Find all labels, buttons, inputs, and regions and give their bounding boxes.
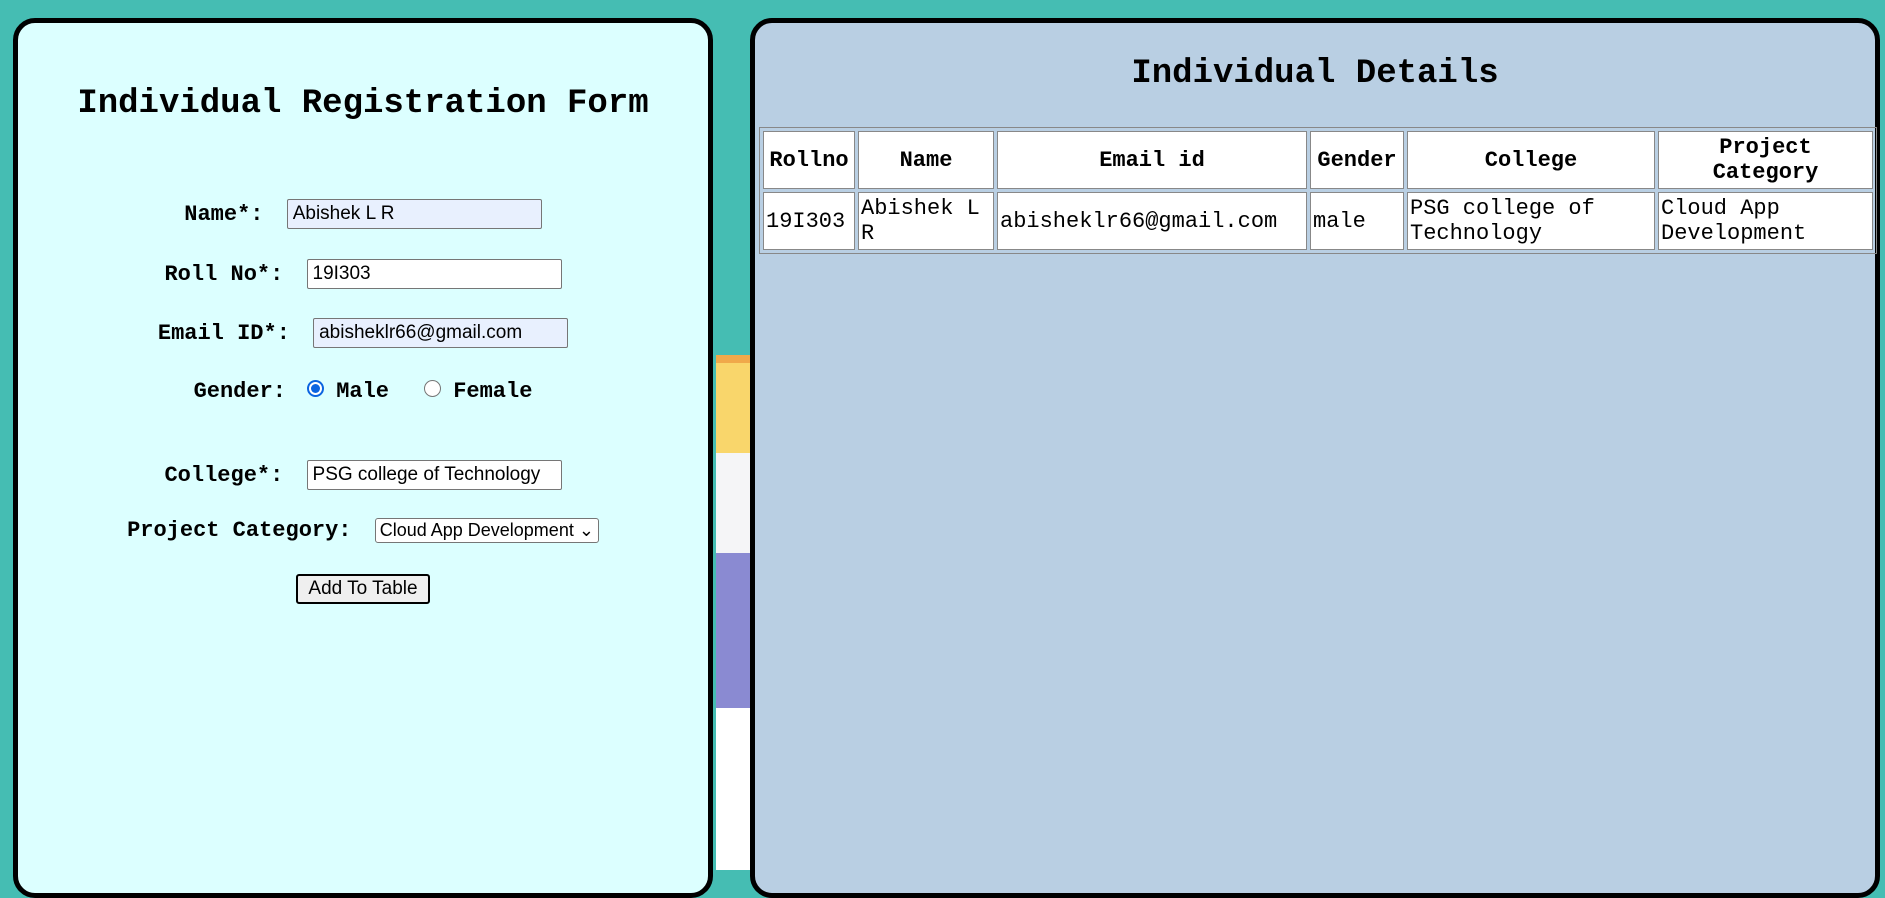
details-title: Individual Details bbox=[1131, 55, 1499, 93]
cell-category: Cloud App Development bbox=[1658, 192, 1873, 250]
cell-college: PSG college of Technology bbox=[1407, 192, 1655, 250]
cell-rollno: 19I303 bbox=[763, 192, 855, 250]
name-row: Name*: bbox=[18, 199, 708, 229]
add-to-table-button[interactable]: Add To Table bbox=[296, 574, 430, 604]
background-strip bbox=[716, 355, 750, 870]
gender-male-radio[interactable] bbox=[307, 379, 325, 397]
email-input[interactable] bbox=[313, 318, 569, 348]
column-header-gender: Gender bbox=[1310, 131, 1404, 189]
column-header-college: College bbox=[1407, 131, 1655, 189]
category-row: Project Category: Cloud App Development … bbox=[18, 518, 708, 543]
roll-label: Roll No*: bbox=[164, 261, 284, 287]
column-header-category: Project Category bbox=[1658, 131, 1873, 189]
college-input[interactable] bbox=[306, 460, 562, 490]
roll-input[interactable] bbox=[306, 259, 562, 289]
gender-male-label: Male bbox=[336, 379, 389, 404]
email-label: Email ID*: bbox=[157, 320, 290, 346]
gender-row: Gender: Male Female bbox=[18, 379, 708, 404]
chevron-down-icon: ⌄ bbox=[578, 520, 594, 540]
table-row: 19I303 Abishek L R abisheklr66@gmail.com… bbox=[763, 192, 1873, 250]
project-category-select[interactable]: Cloud App Development ⌄ bbox=[374, 518, 599, 543]
name-label: Name*: bbox=[184, 201, 264, 227]
email-row: Email ID*: bbox=[18, 318, 708, 348]
table-header-row: Rollno Name Email id Gender College Proj… bbox=[763, 131, 1873, 189]
college-label: College*: bbox=[164, 462, 284, 488]
project-category-value: Cloud App Development bbox=[379, 520, 574, 540]
category-label: Project Category: bbox=[127, 518, 352, 544]
gender-female-radio[interactable] bbox=[424, 379, 442, 397]
cell-gender: male bbox=[1310, 192, 1404, 250]
submit-row: Add To Table bbox=[18, 574, 708, 604]
college-row: College*: bbox=[18, 460, 708, 490]
column-header-name: Name bbox=[858, 131, 994, 189]
gender-female-label: Female bbox=[453, 379, 533, 404]
registration-form-panel: Individual Registration Form Name*: Roll… bbox=[13, 18, 713, 898]
cell-name: Abishek L R bbox=[858, 192, 994, 250]
details-panel: Individual Details Rollno Name Email id … bbox=[750, 18, 1880, 898]
roll-row: Roll No*: bbox=[18, 259, 708, 289]
name-input[interactable] bbox=[286, 199, 542, 229]
form-title: Individual Registration Form bbox=[77, 85, 649, 123]
cell-email: abisheklr66@gmail.com bbox=[997, 192, 1307, 250]
gender-label: Gender: bbox=[193, 379, 286, 404]
column-header-email: Email id bbox=[997, 131, 1307, 189]
details-table: Rollno Name Email id Gender College Proj… bbox=[759, 127, 1877, 254]
column-header-rollno: Rollno bbox=[763, 131, 855, 189]
